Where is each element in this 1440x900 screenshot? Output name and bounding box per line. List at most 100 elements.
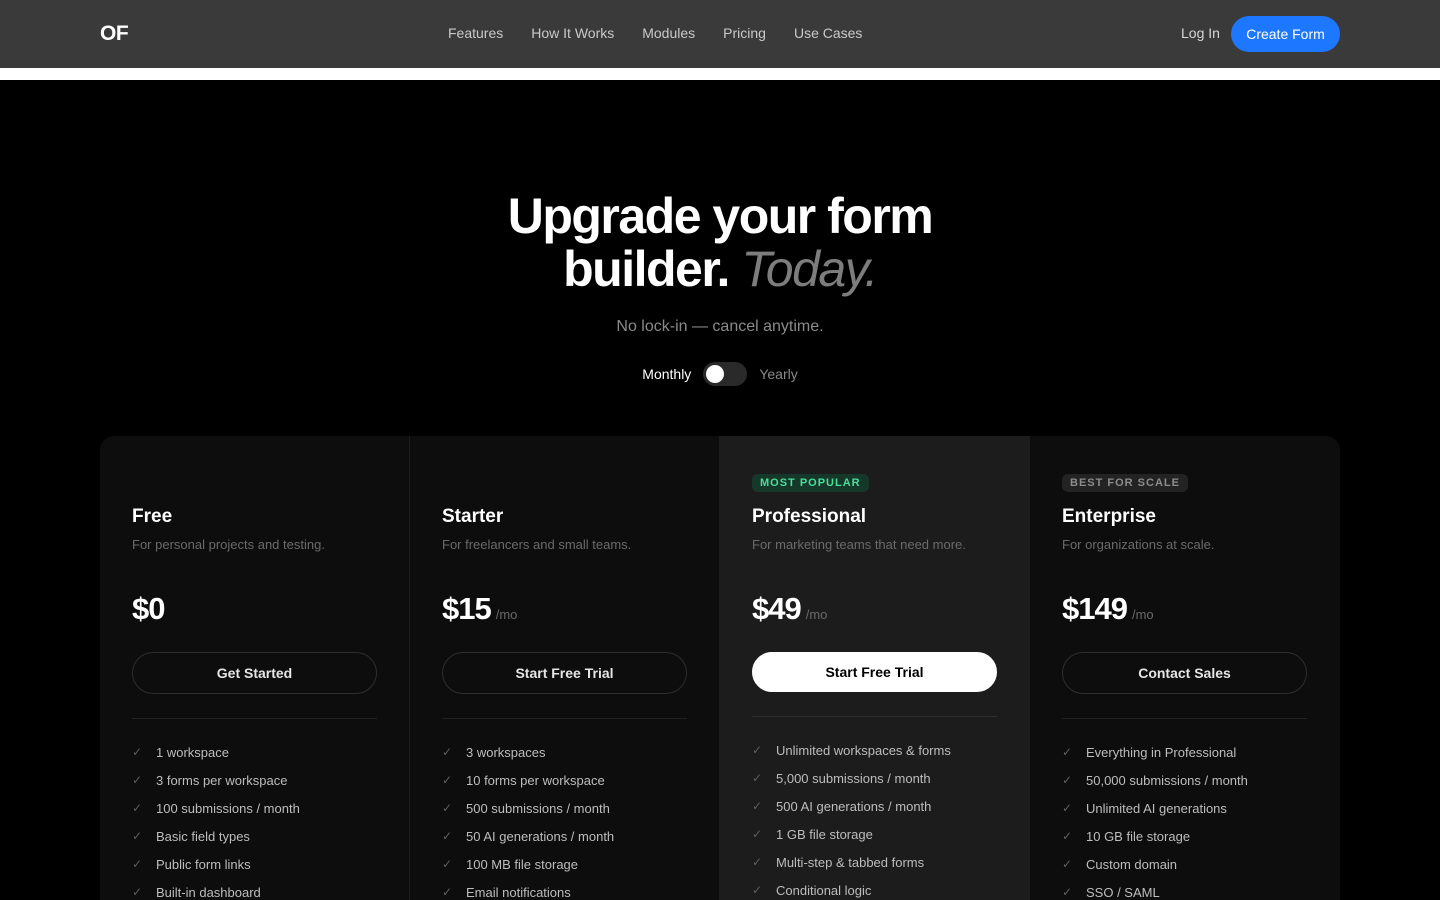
pricing-cards: Free For personal projects and testing. … <box>100 436 1340 900</box>
feature-text: Email notifications <box>466 884 571 900</box>
feature-text: Everything in Professional <box>1086 744 1237 760</box>
price-amount: $15 <box>442 591 492 626</box>
feature-item: ✓ Public form links <box>132 850 300 878</box>
feature-text: 50 AI generations / month <box>466 828 615 844</box>
check-icon: ✓ <box>752 855 763 869</box>
check-icon: ✓ <box>442 885 453 899</box>
billing-toggle[interactable] <box>703 362 748 386</box>
most-popular-badge: MOST POPULAR <box>752 474 869 492</box>
feature-item: ✓ 50 AI generations / month <box>442 822 614 850</box>
contact-sales-button[interactable]: Contact Sales <box>1062 652 1307 694</box>
start-free-trial-button[interactable]: Start Free Trial <box>752 652 997 692</box>
feature-item: ✓ 500 AI generations / month <box>752 792 951 820</box>
start-free-trial-button[interactable]: Start Free Trial <box>442 652 687 694</box>
check-icon: ✓ <box>752 883 763 897</box>
feature-list: ✓ 3 workspaces ✓ 10 forms per workspace ✓ 5… <box>442 738 614 900</box>
divider <box>752 716 997 717</box>
feature-text: Conditional logic <box>776 882 872 898</box>
price-amount: $149 <box>1062 591 1128 626</box>
plan-name: Enterprise <box>1062 506 1156 527</box>
feature-item: ✓ 100 submissions / month <box>132 794 300 822</box>
check-icon: ✓ <box>132 885 143 899</box>
feature-item: ✓ Unlimited AI generations <box>1062 794 1248 822</box>
title-line-1: Upgrade your form <box>507 188 934 244</box>
feature-item: ✓ 10 GB file storage <box>1062 822 1248 850</box>
feature-item: ✓ Conditional logic <box>752 876 951 900</box>
plan-card-professional: MOST POPULAR Professional For marketing … <box>720 436 1030 900</box>
check-icon: ✓ <box>132 857 143 871</box>
plan-card-starter: Starter For freelancers and small teams.… <box>410 436 720 900</box>
hero-subtitle: No lock-in — cancel anytime. <box>616 318 824 335</box>
price-period: /mo <box>805 607 828 622</box>
feature-text: 500 AI generations / month <box>776 798 932 814</box>
check-icon: ✓ <box>1062 857 1073 871</box>
check-icon: ✓ <box>132 745 143 759</box>
plan-description: For marketing teams that need more. <box>752 537 966 552</box>
feature-text: 1 GB file storage <box>776 826 873 842</box>
feature-text: SSO / SAML <box>1086 884 1160 900</box>
check-icon: ✓ <box>442 801 453 815</box>
feature-text: Basic field types <box>156 828 250 844</box>
feature-text: 500 submissions / month <box>466 800 610 816</box>
feature-text: 50,000 submissions / month <box>1086 772 1248 788</box>
nav-link-use-cases[interactable]: Use Cases <box>794 25 862 41</box>
check-icon: ✓ <box>442 773 453 787</box>
login-link[interactable]: Log In <box>1181 25 1220 41</box>
divider <box>442 718 687 719</box>
feature-text: 10 forms per workspace <box>466 772 605 788</box>
check-icon: ✓ <box>442 745 453 759</box>
billing-yearly-label[interactable]: Yearly <box>759 366 797 382</box>
create-form-button[interactable]: Create Form <box>1231 16 1340 52</box>
feature-text: Custom domain <box>1086 856 1178 872</box>
plan-description: For freelancers and small teams. <box>442 537 632 552</box>
feature-text: Unlimited AI generations <box>1086 800 1227 816</box>
feature-item: ✓ Multi-step & tabbed forms <box>752 848 951 876</box>
check-icon: ✓ <box>1062 773 1073 787</box>
nav-links: Features How It Works Modules Pricing Us… <box>448 25 862 41</box>
billing-toggle-group: Monthly Yearly <box>0 362 1440 386</box>
best-for-scale-badge: BEST FOR SCALE <box>1062 474 1188 492</box>
logo[interactable]: OF <box>100 22 129 46</box>
feature-list: ✓ 1 workspace ✓ 3 forms per workspace ✓ 100… <box>132 738 300 900</box>
check-icon: ✓ <box>1062 885 1073 899</box>
feature-item: ✓ Unlimited workspaces & forms <box>752 736 951 764</box>
nav-link-features[interactable]: Features <box>448 25 503 41</box>
plan-name: Free <box>132 506 173 527</box>
feature-text: 3 forms per workspace <box>156 772 288 788</box>
price-amount: $49 <box>752 591 802 626</box>
feature-text: Public form links <box>156 856 251 872</box>
price-period: /mo <box>1131 607 1154 622</box>
check-icon: ✓ <box>442 857 453 871</box>
top-nav: OF Features How It Works Modules Pricing… <box>0 0 1440 68</box>
feature-item: ✓ 1 GB file storage <box>752 820 951 848</box>
plan-card-enterprise: BEST FOR SCALE Enterprise For organizati… <box>1030 436 1340 900</box>
feature-item: ✓ 1 workspace <box>132 738 300 766</box>
feature-text: 10 GB file storage <box>1086 828 1191 844</box>
check-icon: ✓ <box>132 773 143 787</box>
feature-text: 100 submissions / month <box>156 800 300 816</box>
nav-link-pricing[interactable]: Pricing <box>723 25 766 41</box>
title-line-2: builder. <box>563 241 730 297</box>
plan-price: $15 /mo <box>442 591 517 627</box>
plan-description: For organizations at scale. <box>1062 537 1215 552</box>
feature-text: Built-in dashboard <box>156 884 261 900</box>
nav-link-how-it-works[interactable]: How It Works <box>531 25 614 41</box>
feature-item: ✓ Basic field types <box>132 822 300 850</box>
feature-item: ✓ 10 forms per workspace <box>442 766 614 794</box>
get-started-button[interactable]: Get Started <box>132 652 377 694</box>
feature-item: ✓ 100 MB file storage <box>442 850 614 878</box>
nav-link-modules[interactable]: Modules <box>642 25 695 41</box>
nav-divider <box>0 68 1440 80</box>
plan-name: Starter <box>442 506 504 527</box>
check-icon: ✓ <box>1062 829 1073 843</box>
check-icon: ✓ <box>752 827 763 841</box>
price-period: /mo <box>495 607 518 622</box>
feature-text: 3 workspaces <box>466 744 546 760</box>
title-accent: Today. <box>741 241 878 297</box>
feature-item: ✓ Everything in Professional <box>1062 738 1248 766</box>
feature-text: Multi-step & tabbed forms <box>776 854 925 870</box>
feature-text: 5,000 submissions / month <box>776 770 931 786</box>
plan-price: $0 <box>132 591 165 627</box>
feature-item: ✓ 5,000 submissions / month <box>752 764 951 792</box>
billing-monthly-label[interactable]: Monthly <box>642 366 691 382</box>
